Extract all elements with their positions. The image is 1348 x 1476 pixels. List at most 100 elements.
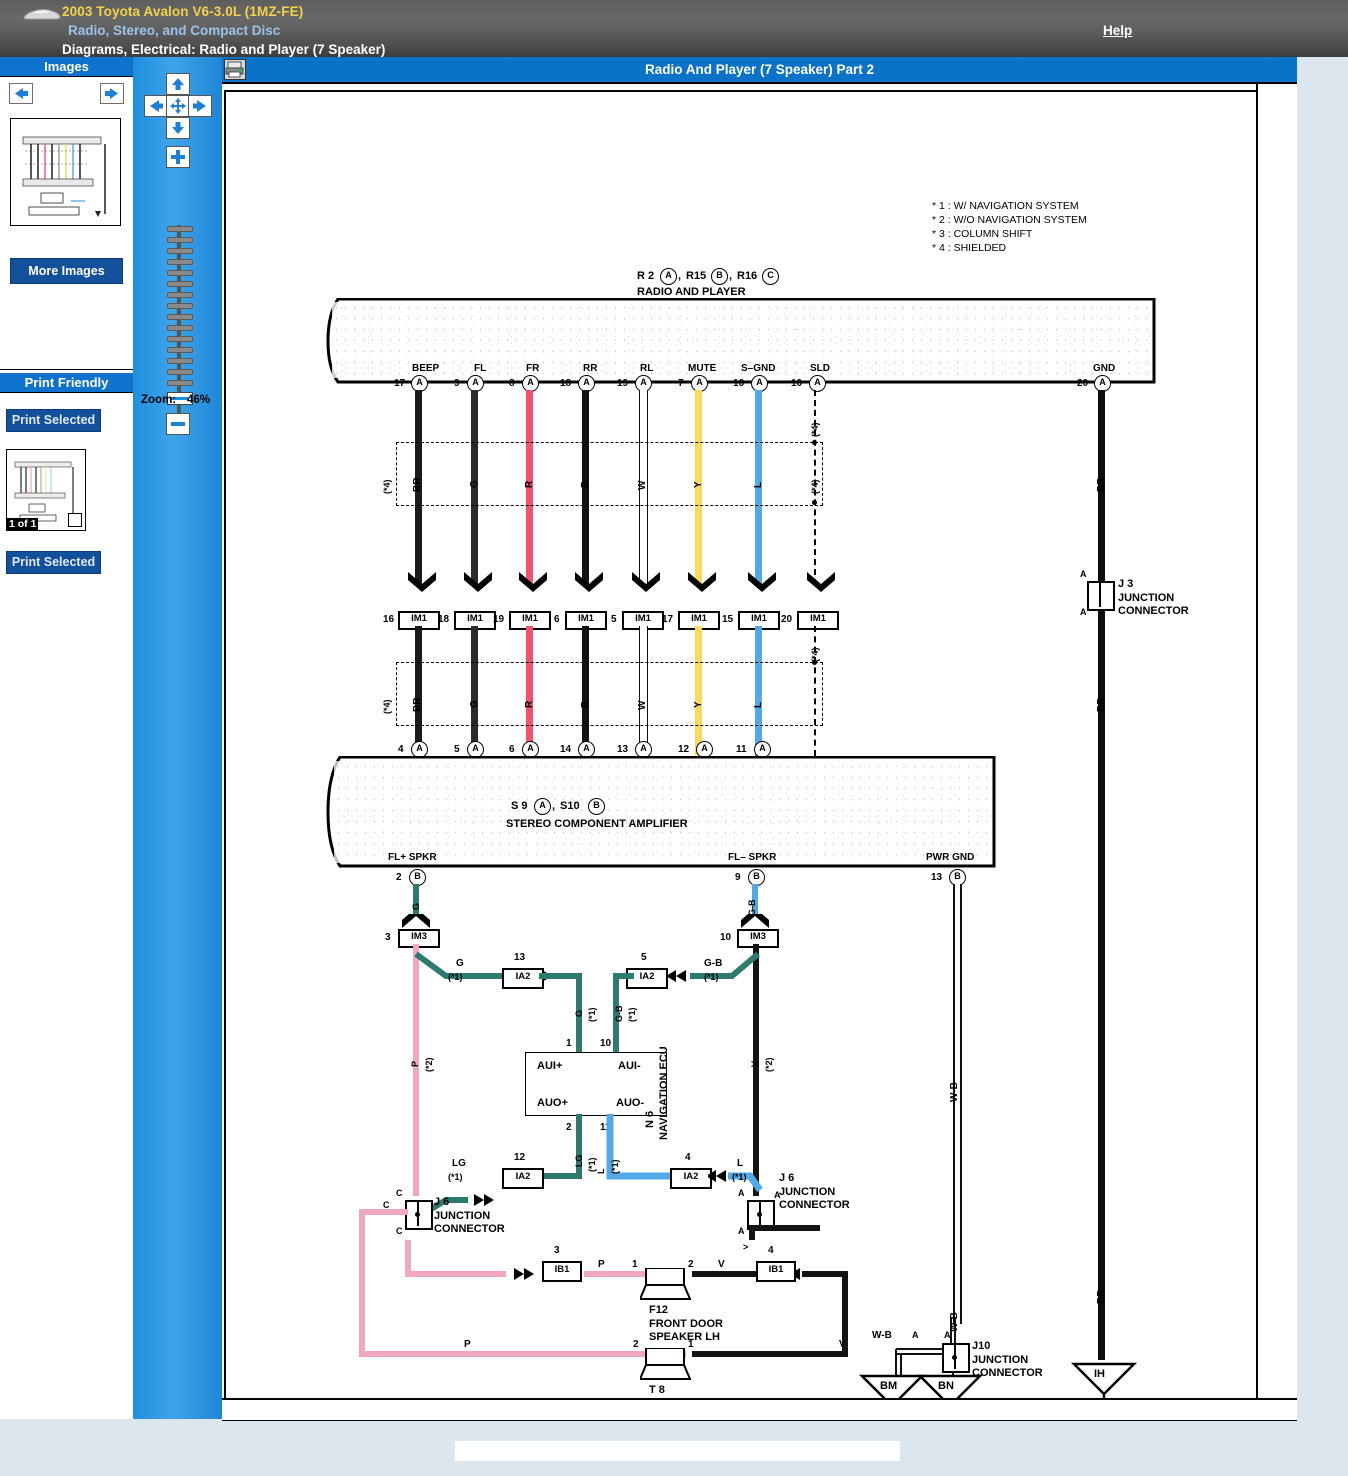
amp-name: STEREO COMPONENT AMPLIFIER: [506, 818, 688, 830]
pan-right-button[interactable]: [188, 95, 212, 117]
wire-code-l-j6: L: [737, 1158, 743, 1169]
shield-note-top-upper: (*4): [810, 422, 820, 437]
wire-code-l-2: L: [753, 702, 764, 708]
shield-box-bottom: [396, 662, 823, 726]
print-thumbnail[interactable]: 1 of 1: [6, 449, 86, 531]
print-selected-top-button[interactable]: Print Selected: [6, 409, 101, 432]
image-thumbnail[interactable]: [10, 118, 121, 226]
document-title: Diagrams, Electrical: Radio and Player (…: [62, 42, 385, 57]
wire-code-b-2: B: [580, 701, 591, 708]
wire-code-p-1: P: [410, 1061, 420, 1067]
j3-term-a-bot: A: [1080, 607, 1087, 617]
radio-conn-c: C: [762, 268, 779, 285]
wire-code-br-2: BR: [412, 698, 423, 712]
more-images-button[interactable]: More Images: [10, 258, 123, 284]
ia2-num-4: 4: [685, 1152, 691, 1163]
nav-term-auo-minus: AUO-: [616, 1097, 644, 1109]
ib1-box-4: IB1: [756, 1261, 796, 1282]
thumbnail-diagram: [11, 119, 120, 225]
junction-j10: [942, 1343, 970, 1373]
zoom-out-button[interactable]: [166, 413, 190, 435]
printer-icon[interactable]: [224, 59, 246, 80]
images-panel-title: Images: [0, 57, 133, 77]
footer-input-box[interactable]: [455, 1441, 900, 1461]
wiring-diagram[interactable]: * 1 : W/ NAVIGATION SYSTEM * 2 : W/O NAV…: [224, 90, 1258, 1414]
help-link[interactable]: Help: [1103, 23, 1132, 38]
diagram-title-bar: Radio And Player (7 Speaker) Part 2: [222, 57, 1297, 84]
prev-image-button[interactable]: [9, 83, 33, 104]
wire-code-y-2: Y: [693, 701, 704, 708]
wire-gnd-br: [1098, 390, 1105, 1360]
wire-code-l-1: L: [753, 482, 764, 488]
im3-num-left: 3: [385, 932, 391, 943]
ia2-box-12: IA2: [502, 1168, 544, 1189]
im1-num-6: 6: [554, 614, 560, 625]
zoom-value: 46%: [187, 394, 210, 406]
ia2-num-12: 12: [514, 1152, 525, 1163]
right-arrow-icon: [189, 96, 211, 116]
nav-pin-10: 10: [600, 1038, 611, 1049]
spk-t8-code: T 8: [649, 1384, 665, 1396]
ia2-box-13: IA2: [502, 968, 544, 989]
zoom-in-button[interactable]: [166, 146, 190, 168]
pan-center-button[interactable]: [166, 95, 190, 117]
pan-up-button[interactable]: [166, 73, 190, 95]
content-area: Radio And Player (7 Speaker) Part 2 * 1 …: [222, 57, 1297, 1419]
system-title: Radio, Stereo, and Compact Disc: [68, 23, 280, 38]
ia2-num-13: 13: [514, 952, 525, 963]
note-g-vert-star1: (*1): [587, 1007, 597, 1022]
left-arrow-icon: [145, 96, 167, 116]
wire-code-v-1: V: [750, 1061, 760, 1067]
wire-code-wb-j10: W-B: [872, 1330, 892, 1341]
pan-left-button[interactable]: [144, 95, 168, 117]
amp-conn-b: B: [588, 798, 605, 815]
print-page-checkbox[interactable]: [68, 513, 82, 527]
right-arrow-icon: [101, 84, 123, 103]
legend-line-4: * 4 : SHIELDED: [932, 242, 1006, 254]
im1-box-20: IM1: [797, 611, 839, 630]
wire-code-p-spk: P: [598, 1259, 605, 1270]
print-friendly-title: Print Friendly: [0, 373, 133, 393]
left-sidebar: Images: [0, 57, 133, 1419]
note-lg-star1: (*1): [448, 1172, 463, 1182]
minus-icon: [167, 414, 189, 434]
j10-name1: JUNCTION: [972, 1354, 1028, 1366]
plus-icon: [167, 147, 189, 167]
radio-conn-b: B: [711, 268, 728, 285]
zoom-label: Zoom:: [141, 394, 176, 406]
wire-code-br-1: BR: [412, 478, 423, 492]
images-panel: Images: [0, 57, 133, 111]
junction-j3: [1087, 581, 1115, 611]
up-arrow-icon: [167, 74, 189, 94]
radio-code-r15: R15: [686, 270, 706, 282]
content-right-margin: [1256, 84, 1297, 1414]
note-gb-vert-star1: (*1): [627, 1007, 637, 1022]
spk-f12-pin1: 1: [632, 1259, 638, 1270]
im1-num-16: 16: [383, 614, 394, 625]
ib1-num-4: 4: [768, 1245, 774, 1256]
j6l-term-c-top: C: [396, 1188, 403, 1198]
note-g-star1: (*1): [448, 972, 463, 982]
note-v-star2: (*2): [764, 1057, 774, 1072]
print-selected-bottom-button[interactable]: Print Selected: [6, 551, 101, 574]
wire-code-lg-vert: LG: [574, 1155, 584, 1168]
wire-code-lg-ia2: LG: [452, 1158, 466, 1169]
wire-code-w-2: W: [637, 701, 648, 710]
amp-code-s9: S 9: [511, 800, 528, 812]
radio-conn-a: A: [660, 268, 677, 285]
nav-term-aui-plus: AUI+: [537, 1060, 562, 1072]
shield-note-top-right: (*4): [810, 479, 820, 494]
radio-name: RADIO AND PLAYER: [637, 286, 746, 298]
ground-bn-label: BN: [938, 1380, 954, 1392]
ib1-num-3: 3: [554, 1245, 560, 1256]
legend-line-3: * 3 : COLUMN SHIFT: [932, 228, 1032, 240]
wire-code-g-1: G: [469, 480, 480, 488]
shield-note-bot-left: (*4): [382, 699, 392, 714]
im1-num-20: 20: [781, 614, 792, 625]
pan-down-button[interactable]: [166, 117, 190, 139]
ia2-box-4: IA2: [670, 1168, 712, 1189]
next-image-button[interactable]: [100, 83, 124, 104]
wire-code-g-vert: G: [574, 1010, 584, 1017]
wire-code-y-1: Y: [693, 481, 704, 488]
wire-code-gb-vert: G-B: [614, 1006, 624, 1023]
